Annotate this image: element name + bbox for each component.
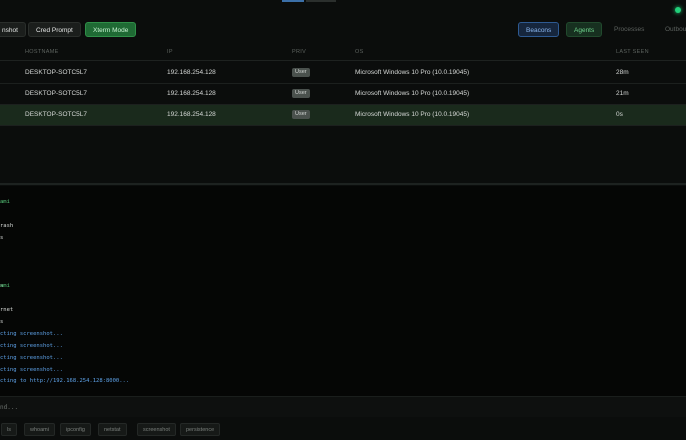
tab-beacons[interactable]: Beacons xyxy=(518,22,560,37)
console-line: cting screenshot... xyxy=(0,367,63,373)
console-line: rnet xyxy=(0,307,14,313)
tab-processes[interactable]: Processes xyxy=(614,22,644,37)
console-line: cting to http://192.168.254.128:8000... xyxy=(0,378,130,384)
hostname-cell: DESKTOP-SOTC5L7 xyxy=(25,111,88,118)
quick-command-screenshot[interactable]: screenshot xyxy=(137,423,176,436)
tab-agents[interactable]: Agents xyxy=(566,22,603,37)
command-input-bar xyxy=(0,396,686,417)
ip-cell: 192.168.254.128 xyxy=(167,90,216,97)
column-ip[interactable]: IP xyxy=(167,49,173,55)
top-strip xyxy=(0,0,686,14)
os-cell: Microsoft Windows 10 Pro (10.0.19045) xyxy=(355,111,470,118)
table-row[interactable]: DESKTOP-SOTC5L7 192.168.254.128 User Mic… xyxy=(0,63,686,84)
os-cell: Microsoft Windows 10 Pro (10.0.19045) xyxy=(355,90,470,97)
quick-command-ls[interactable]: ls xyxy=(1,423,17,436)
hostname-cell: DESKTOP-SOTC5L7 xyxy=(25,69,88,76)
quick-command-netstat[interactable]: netstat xyxy=(98,423,127,436)
priv-badge: User xyxy=(292,110,310,119)
console-line: s xyxy=(0,319,4,325)
screenshot-button[interactable]: nshot xyxy=(0,22,26,37)
os-cell: Microsoft Windows 10 Pro (10.0.19045) xyxy=(355,69,470,76)
last-seen-cell: 21m xyxy=(616,90,629,97)
command-input[interactable] xyxy=(0,400,680,414)
tab-indicator xyxy=(306,0,336,2)
connection-status-icon xyxy=(675,7,681,13)
quick-command-whoami[interactable]: whoami xyxy=(24,423,55,436)
tab-outbound[interactable]: Outbou xyxy=(665,22,686,37)
quick-command-ipconfig[interactable]: ipconfig xyxy=(60,423,91,436)
console-line: ami xyxy=(0,283,10,289)
cred-prompt-button[interactable]: Cred Prompt xyxy=(28,22,81,37)
priv-badge: User xyxy=(292,89,310,98)
last-seen-cell: 0s xyxy=(616,111,623,118)
quick-commands-bar: ls whoami ipconfig netstat screenshot pe… xyxy=(0,422,686,440)
xterm-mode-button[interactable]: Xterm Mode xyxy=(85,22,137,37)
pane-divider[interactable] xyxy=(0,183,686,185)
ip-cell: 192.168.254.128 xyxy=(167,111,216,118)
table-row[interactable]: DESKTOP-SOTC5L7 192.168.254.128 User Mic… xyxy=(0,84,686,105)
priv-badge: User xyxy=(292,68,310,77)
column-priv[interactable]: PRIV xyxy=(292,49,306,55)
console-line: cting screenshot... xyxy=(0,343,63,349)
console-line: cting screenshot... xyxy=(0,331,63,337)
quick-command-persistence[interactable]: persistence xyxy=(180,423,221,436)
console-line: s xyxy=(0,235,4,241)
table-row-selected[interactable]: DESKTOP-SOTC5L7 192.168.254.128 User Mic… xyxy=(0,105,686,126)
table-header: HOSTNAME IP PRIV OS LAST SEEN xyxy=(0,46,686,61)
last-seen-cell: 28m xyxy=(616,69,629,76)
column-hostname[interactable]: HOSTNAME xyxy=(25,49,59,55)
console-line: cting screenshot... xyxy=(0,355,63,361)
console-line: ami xyxy=(0,199,10,205)
console-line: rash xyxy=(0,223,14,229)
column-last-seen[interactable]: LAST SEEN xyxy=(616,49,649,55)
toolbar: nshot Cred Prompt Xterm Mode Beacons Age… xyxy=(0,22,686,42)
active-tab-indicator xyxy=(282,0,304,2)
console-output: ami rash s s ami rnet s cting screenshot… xyxy=(0,186,686,396)
ip-cell: 192.168.254.128 xyxy=(167,69,216,76)
column-os[interactable]: OS xyxy=(355,49,364,55)
hostname-cell: DESKTOP-SOTC5L7 xyxy=(25,90,88,97)
